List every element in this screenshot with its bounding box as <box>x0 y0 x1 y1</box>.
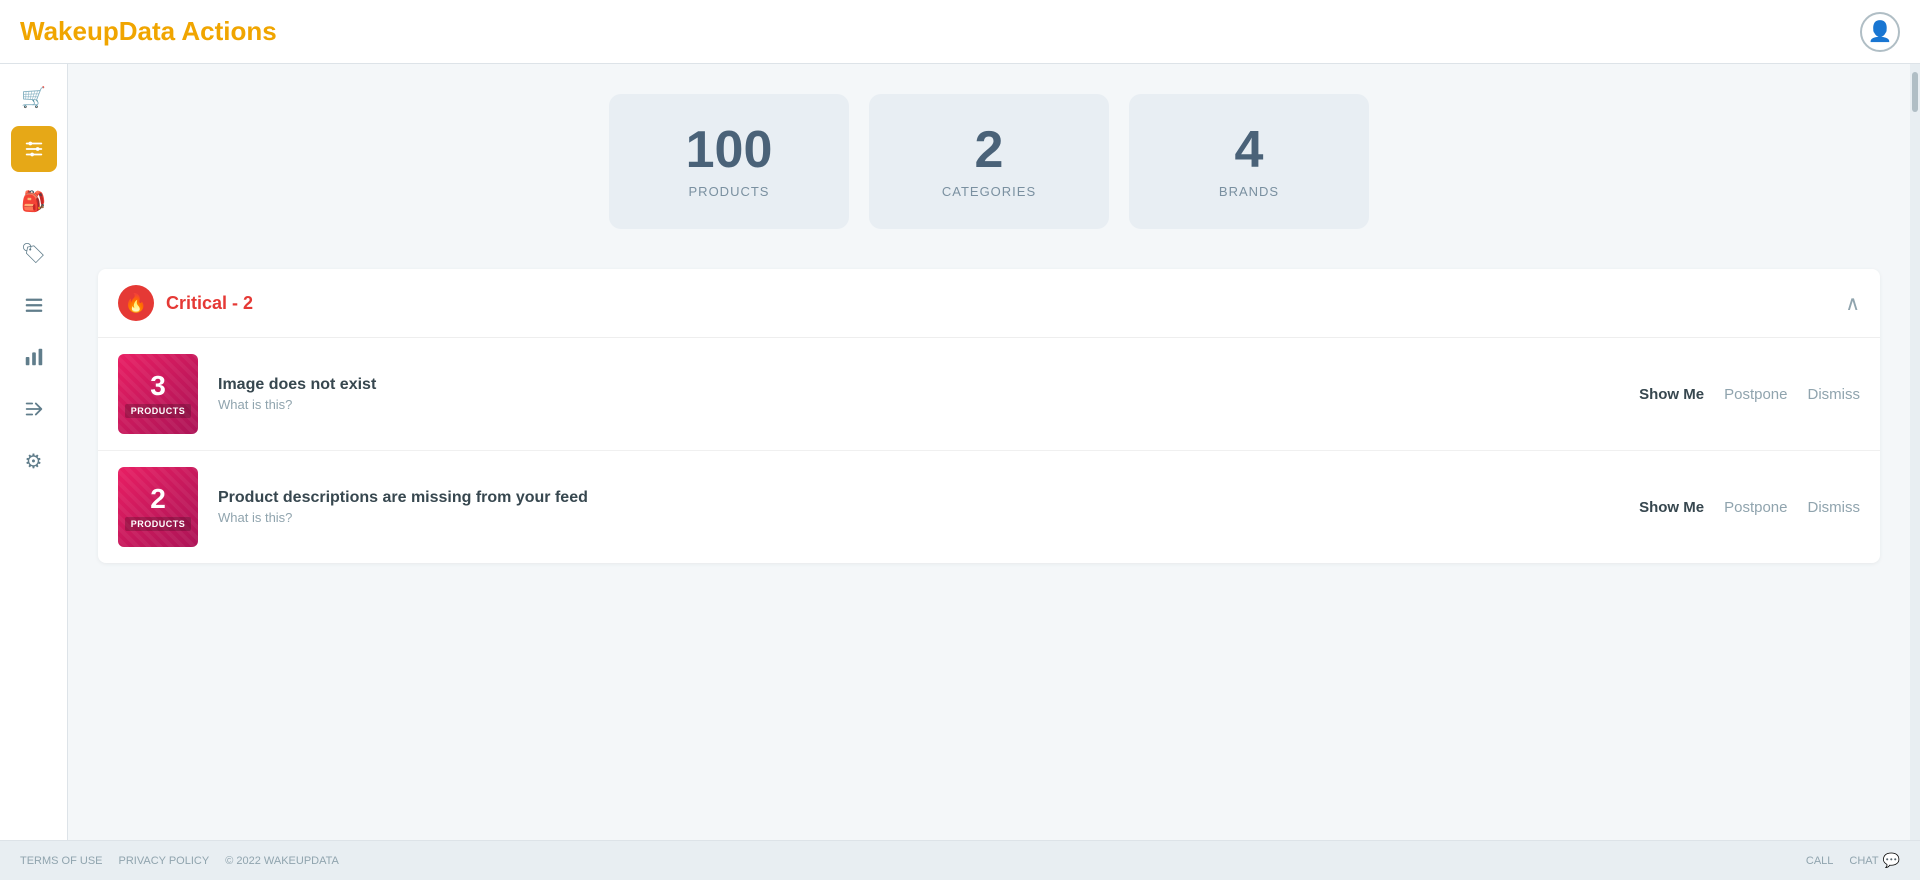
privacy-link[interactable]: PRIVACY POLICY <box>119 855 210 867</box>
stat-number-products: 100 <box>669 124 789 176</box>
title-suffix: Actions <box>181 16 276 46</box>
stat-card-categories: 2 CATEGORIES <box>869 94 1109 229</box>
footer-right: CALL CHAT 💬 <box>1806 852 1900 869</box>
stat-number-brands: 4 <box>1189 124 1309 176</box>
header: WakeupData Actions 👤 <box>0 0 1920 64</box>
critical-title: Critical - 2 <box>166 293 253 314</box>
scrollbar-track[interactable] <box>1910 64 1920 840</box>
critical-header-left: 🔥 Critical - 2 <box>118 285 253 321</box>
stats-row: 100 PRODUCTS 2 CATEGORIES 4 BRANDS <box>98 84 1880 239</box>
action-buttons-image: Show Me Postpone Dismiss <box>1639 386 1860 403</box>
stat-number-categories: 2 <box>929 124 1049 176</box>
app-title: WakeupData Actions <box>20 16 277 47</box>
footer: TERMS OF USE PRIVACY POLICY © 2022 WAKEU… <box>0 840 1920 880</box>
critical-header[interactable]: 🔥 Critical - 2 ∧ <box>98 269 1880 338</box>
chat-icon: 💬 <box>1883 852 1900 869</box>
stat-label-products: PRODUCTS <box>669 184 789 199</box>
stat-card-products: 100 PRODUCTS <box>609 94 849 229</box>
sidebar-item-feed[interactable]: 🎒 <box>11 178 57 224</box>
critical-icon: 🔥 <box>118 285 154 321</box>
action-badge-image: 3 PRODUCTS <box>118 354 198 434</box>
main-content: 100 PRODUCTS 2 CATEGORIES 4 BRANDS 🔥 <box>68 64 1910 840</box>
action-info-image: Image does not exist What is this? <box>218 376 1619 412</box>
dismiss-button-image[interactable]: Dismiss <box>1808 386 1861 403</box>
action-subtitle-description[interactable]: What is this? <box>218 510 1619 525</box>
chat-label: CHAT <box>1849 855 1878 867</box>
dismiss-button-description[interactable]: Dismiss <box>1808 499 1861 516</box>
postpone-button-description[interactable]: Postpone <box>1724 499 1787 516</box>
sidebar-item-settings[interactable]: ⚙ <box>11 438 57 484</box>
show-me-button-description[interactable]: Show Me <box>1639 499 1704 516</box>
action-info-description: Product descriptions are missing from yo… <box>218 489 1619 525</box>
action-title-description: Product descriptions are missing from yo… <box>218 489 1619 507</box>
critical-count: 2 <box>243 293 253 313</box>
action-badge-description: 2 PRODUCTS <box>118 467 198 547</box>
copyright-text: © 2022 WAKEUPDATA <box>225 855 339 867</box>
badge-number-image: 3 <box>150 370 166 402</box>
footer-left: TERMS OF USE PRIVACY POLICY © 2022 WAKEU… <box>20 855 339 867</box>
export-icon <box>23 398 45 420</box>
avatar-icon: 👤 <box>1868 19 1893 44</box>
sidebar-item-tags[interactable]: 🏷 <box>11 230 57 276</box>
badge-number-description: 2 <box>150 483 166 515</box>
postpone-button-image[interactable]: Postpone <box>1724 386 1787 403</box>
stat-card-brands: 4 BRANDS <box>1129 94 1369 229</box>
sidebar-item-cart[interactable]: 🛒 <box>11 74 57 120</box>
action-title-image: Image does not exist <box>218 376 1619 394</box>
sidebar-item-filters[interactable] <box>11 126 57 172</box>
critical-section: 🔥 Critical - 2 ∧ 3 PRODUCTS Image does n… <box>98 269 1880 563</box>
main-layout: 🛒 🎒 🏷 <box>0 64 1920 840</box>
chat-button[interactable]: CHAT 💬 <box>1849 852 1900 869</box>
user-avatar[interactable]: 👤 <box>1860 12 1900 52</box>
terms-link[interactable]: TERMS OF USE <box>20 855 103 867</box>
sidebar-item-chart[interactable] <box>11 334 57 380</box>
title-prefix: WakeupData <box>20 16 175 46</box>
critical-title-text: Critical - <box>166 293 243 313</box>
stat-label-brands: BRANDS <box>1189 184 1309 199</box>
call-link[interactable]: CALL <box>1806 855 1834 867</box>
badge-label-description: PRODUCTS <box>125 517 192 531</box>
sidebar-item-list[interactable] <box>11 282 57 328</box>
action-item-image: 3 PRODUCTS Image does not exist What is … <box>98 338 1880 451</box>
stat-label-categories: CATEGORIES <box>929 184 1049 199</box>
collapse-chevron-icon[interactable]: ∧ <box>1845 291 1860 316</box>
action-item-description: 2 PRODUCTS Product descriptions are miss… <box>98 451 1880 563</box>
action-subtitle-image[interactable]: What is this? <box>218 397 1619 412</box>
list-icon <box>23 294 45 316</box>
scrollbar-thumb[interactable] <box>1912 72 1918 112</box>
filters-icon <box>23 138 45 160</box>
badge-label-image: PRODUCTS <box>125 404 192 418</box>
sidebar: 🛒 🎒 🏷 <box>0 64 68 840</box>
chart-icon <box>23 346 45 368</box>
fire-icon: 🔥 <box>125 293 147 314</box>
show-me-button-image[interactable]: Show Me <box>1639 386 1704 403</box>
sidebar-item-export[interactable] <box>11 386 57 432</box>
action-buttons-description: Show Me Postpone Dismiss <box>1639 499 1860 516</box>
